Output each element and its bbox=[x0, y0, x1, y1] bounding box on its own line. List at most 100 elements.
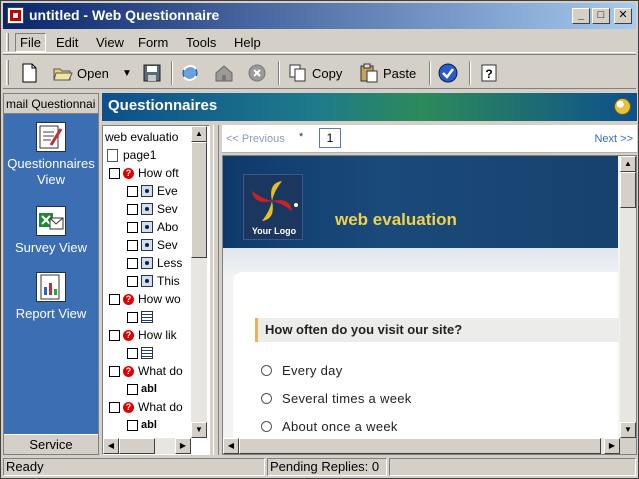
page-tab-1[interactable]: 1 bbox=[319, 128, 341, 148]
tree-node-option[interactable]: Less bbox=[127, 254, 182, 272]
scroll-right-arrow-icon[interactable]: ▶ bbox=[175, 438, 191, 454]
tree-node-question[interactable]: ? How oft bbox=[109, 164, 179, 182]
menu-bar: File Edit View Form Tools Help bbox=[3, 31, 636, 53]
tree-checkbox[interactable] bbox=[109, 401, 120, 413]
answer-option[interactable]: Every day bbox=[261, 363, 343, 378]
scroll-thumb[interactable] bbox=[119, 438, 155, 454]
menu-file[interactable]: File bbox=[15, 33, 46, 52]
scroll-down-arrow-icon[interactable]: ▼ bbox=[620, 422, 636, 438]
tree-node-page[interactable]: page1 bbox=[107, 146, 156, 164]
home-button[interactable] bbox=[214, 61, 234, 85]
scroll-thumb[interactable] bbox=[239, 438, 601, 454]
menu-tools[interactable]: Tools bbox=[186, 35, 216, 50]
check-button[interactable] bbox=[438, 61, 458, 85]
save-button[interactable] bbox=[142, 61, 162, 85]
tree-node-option[interactable]: abl bbox=[127, 416, 159, 434]
close-button[interactable]: ✕ bbox=[614, 8, 632, 24]
survey-title: web evaluation bbox=[335, 210, 457, 229]
tree-node-option[interactable]: Eve bbox=[127, 182, 178, 200]
tree-node-option[interactable]: This bbox=[127, 272, 180, 290]
panel-splitter[interactable] bbox=[213, 125, 219, 455]
tree-node-label: Sev bbox=[157, 202, 178, 216]
tree-checkbox[interactable] bbox=[127, 311, 138, 323]
tree-node-label: Abo bbox=[157, 220, 179, 234]
tree-node-option[interactable]: abl bbox=[127, 380, 159, 398]
next-page-link[interactable]: Next >> bbox=[594, 133, 633, 145]
tree-node-question[interactable]: ? What do bbox=[109, 362, 183, 380]
scroll-down-arrow-icon[interactable]: ▼ bbox=[191, 422, 207, 438]
globe-icon[interactable] bbox=[614, 98, 631, 115]
tree-node-option[interactable]: Sev bbox=[127, 200, 178, 218]
preview-vertical-scrollbar[interactable]: ▲ ▼ bbox=[620, 156, 636, 438]
scroll-up-arrow-icon[interactable]: ▲ bbox=[620, 156, 636, 172]
tree-checkbox[interactable] bbox=[127, 383, 138, 395]
tree-checkbox[interactable] bbox=[127, 239, 138, 251]
menu-help[interactable]: Help bbox=[234, 35, 261, 50]
toolbar: Open ▼ Copy Paste ? bbox=[3, 54, 636, 89]
open-button[interactable]: Open bbox=[53, 61, 109, 85]
tree-checkbox[interactable] bbox=[127, 419, 138, 431]
scroll-left-arrow-icon[interactable]: ◀ bbox=[223, 438, 239, 454]
answer-option[interactable]: Several times a week bbox=[261, 391, 412, 406]
stop-button[interactable] bbox=[247, 61, 267, 85]
tree-checkbox[interactable] bbox=[127, 275, 138, 287]
tree-horizontal-scrollbar[interactable]: ◀ ▶ bbox=[103, 438, 191, 454]
menu-grip[interactable] bbox=[6, 33, 9, 51]
tree-node-question[interactable]: ? How wo bbox=[109, 290, 181, 308]
toolbar-separator bbox=[278, 61, 280, 85]
nav-report-view[interactable]: Report View bbox=[4, 272, 98, 322]
publish-button[interactable] bbox=[180, 61, 200, 85]
tree-node-option[interactable] bbox=[127, 344, 157, 362]
maximize-button[interactable]: □ bbox=[592, 8, 610, 24]
tree-node-option[interactable] bbox=[127, 308, 157, 326]
open-dropdown-button[interactable]: ▼ bbox=[122, 61, 132, 85]
tree-checkbox[interactable] bbox=[127, 203, 138, 215]
title-bar[interactable]: untitled - Web Questionnaire _ □ ✕ bbox=[3, 3, 636, 29]
tree-root[interactable]: web evaluatio bbox=[105, 128, 178, 146]
tree-checkbox[interactable] bbox=[127, 347, 138, 359]
tree-node-label: web evaluatio bbox=[105, 130, 179, 144]
tree-checkbox[interactable] bbox=[127, 257, 138, 269]
tree-node-option[interactable]: Sev bbox=[127, 236, 178, 254]
tree-node-option[interactable]: Abo bbox=[127, 218, 178, 236]
nav-survey-view[interactable]: Survey View bbox=[4, 206, 98, 256]
paste-button[interactable]: Paste bbox=[359, 61, 416, 85]
radio-button[interactable] bbox=[261, 421, 272, 432]
menu-edit[interactable]: Edit bbox=[56, 35, 78, 50]
question-icon: ? bbox=[123, 365, 134, 377]
radio-button[interactable] bbox=[261, 393, 272, 404]
scroll-right-arrow-icon[interactable]: ▶ bbox=[604, 438, 620, 454]
scroll-thumb[interactable] bbox=[191, 142, 207, 258]
answer-option[interactable]: About once a week bbox=[261, 419, 398, 434]
tree-node-question[interactable]: ? What do bbox=[109, 398, 183, 416]
preview-horizontal-scrollbar[interactable]: ◀ ▶ bbox=[223, 438, 620, 454]
status-empty-cell bbox=[389, 458, 636, 476]
app-icon[interactable] bbox=[7, 7, 24, 24]
tree-vertical-scrollbar[interactable]: ▲ ▼ bbox=[191, 126, 207, 438]
menu-form[interactable]: Form bbox=[138, 35, 168, 50]
minimize-button[interactable]: _ bbox=[572, 8, 590, 24]
nav-panel-header: mail Questionnai bbox=[4, 94, 98, 114]
new-button[interactable] bbox=[19, 61, 39, 85]
tree-checkbox[interactable] bbox=[127, 185, 138, 197]
tree-checkbox[interactable] bbox=[109, 365, 120, 377]
toolbar-grip[interactable] bbox=[6, 60, 9, 85]
menu-view[interactable]: View bbox=[96, 35, 124, 50]
tree-checkbox[interactable] bbox=[127, 221, 138, 233]
scroll-up-arrow-icon[interactable]: ▲ bbox=[191, 126, 207, 142]
scroll-thumb[interactable] bbox=[620, 172, 636, 208]
help-button[interactable]: ? bbox=[479, 61, 499, 85]
tree-checkbox[interactable] bbox=[109, 329, 120, 341]
service-button[interactable]: Service bbox=[4, 434, 98, 454]
tree-checkbox[interactable] bbox=[109, 293, 120, 305]
open-label: Open bbox=[77, 65, 109, 81]
tree-node-question[interactable]: ? How lik bbox=[109, 326, 177, 344]
copy-button[interactable]: Copy bbox=[288, 61, 342, 85]
radio-option-icon bbox=[141, 185, 153, 197]
previous-page-link[interactable]: << Previous bbox=[226, 133, 285, 145]
window-title: untitled - Web Questionnaire bbox=[29, 7, 220, 23]
scroll-left-arrow-icon[interactable]: ◀ bbox=[103, 438, 119, 454]
tree-checkbox[interactable] bbox=[109, 167, 120, 179]
radio-button[interactable] bbox=[261, 365, 272, 376]
nav-questionnaires-view[interactable]: Questionnaires View bbox=[4, 122, 98, 188]
